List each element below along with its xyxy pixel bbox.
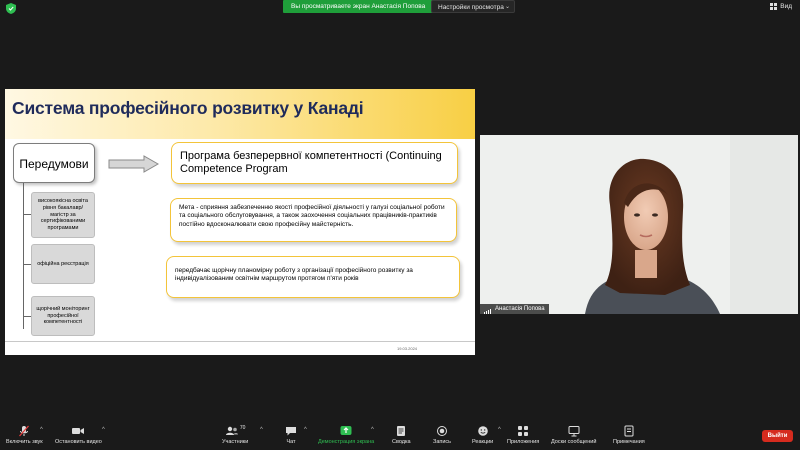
arrow-right-icon [108,155,160,173]
summary-icon [397,426,406,436]
view-button[interactable]: Вид [770,3,792,10]
participants-count: 70 [239,425,246,431]
reactions-label: Реакции [472,439,494,445]
notes-label: Примечания [613,439,645,445]
grid-icon [770,3,778,10]
participants-button[interactable]: 70 Участники [222,425,248,445]
goal-box: Мета - сприяння забезпеченню якості проф… [170,198,457,242]
share-screen-icon [340,426,352,435]
start-video-label: Остановить видео [55,439,102,445]
tree-branch [23,316,31,317]
record-icon [437,426,448,436]
participant-video[interactable]: Анастасія Попова [480,135,798,314]
share-screen-label: Демонстрация экрана [318,439,375,445]
chevron-up-icon[interactable]: ^ [102,427,105,433]
participant-image [480,135,798,314]
apps-label: Приложения [507,439,540,445]
tree-branch [23,264,31,265]
chat-label: Чат [286,439,296,445]
unmute-label: Включить звук [6,439,43,445]
record-button[interactable]: Запись [433,425,451,445]
apps-button[interactable]: Приложения [507,425,539,445]
start-video-button[interactable]: Остановить видео [55,425,102,445]
signal-icon [484,304,492,314]
slide-footer-line [5,341,475,342]
shared-slide: Система професійного розвитку у Канаді П… [5,89,475,355]
chevron-up-icon[interactable]: ^ [498,427,501,433]
prerequisite-item: офіційна реєстрація [31,244,95,284]
view-settings-dropdown[interactable]: Настройки просмотра ⌄ [431,0,515,13]
apps-icon [518,426,529,436]
reactions-button[interactable]: Реакции [472,425,493,445]
program-box: Програма безперервної компетентності (Co… [171,142,458,184]
participants-label: Участники [222,439,249,445]
record-label: Запись [433,439,452,445]
camera-icon [72,428,85,434]
whiteboards-label: Доски сообщений [551,439,597,445]
notes-button[interactable]: Примечания [613,425,645,445]
participant-name: Анастасія Попова [495,306,545,312]
plan-box: передбачає щорічну планомірну роботу з о… [166,256,460,298]
chevron-down-icon: ⌄ [504,4,510,10]
top-bar: Вы просматриваете экран Анастасія Попова… [0,0,800,16]
tree-connector [23,183,24,329]
meeting-toolbar: Включить звук ^ Остановить видео ^ 70 Уч… [0,420,800,450]
chevron-up-icon[interactable]: ^ [260,427,263,433]
view-settings-label: Настройки просмотра [438,4,504,11]
leave-button[interactable]: Выйти [762,430,793,442]
chevron-up-icon[interactable]: ^ [371,427,374,433]
whiteboard-icon [568,426,580,437]
chat-button[interactable]: Чат [285,425,297,445]
prerequisite-item: щорічний моніторинг професійної компетен… [31,296,95,336]
chevron-up-icon[interactable]: ^ [40,427,43,433]
whiteboards-button[interactable]: Доски сообщений [551,425,596,445]
reactions-icon [477,426,488,436]
prerequisites-box: Передумови [13,143,95,183]
participants-icon [225,426,238,435]
summary-label: Сводка [392,439,411,445]
notes-icon [624,425,634,437]
screen-share-banner: Вы просматриваете экран Анастасія Попова [283,0,434,13]
summary-button[interactable]: Сводка [392,425,411,445]
microphone-muted-icon [19,425,30,437]
slide-date: 19.03.2024 [397,346,418,351]
chat-icon [286,427,296,436]
shield-icon [6,3,16,14]
tree-branch [23,214,31,215]
share-screen-button[interactable]: Демонстрация экрана [318,425,374,445]
participant-name-tag: Анастасія Попова [480,304,549,314]
slide-header: Система професійного розвитку у Канаді [5,89,475,139]
prerequisite-item: високоякісна освіта рівня бакалавр/магіс… [31,192,95,238]
slide-title: Система професійного розвитку у Канаді [12,98,364,118]
unmute-button[interactable]: Включить звук [6,425,43,445]
chevron-up-icon[interactable]: ^ [304,427,307,433]
view-button-label: Вид [780,3,792,10]
